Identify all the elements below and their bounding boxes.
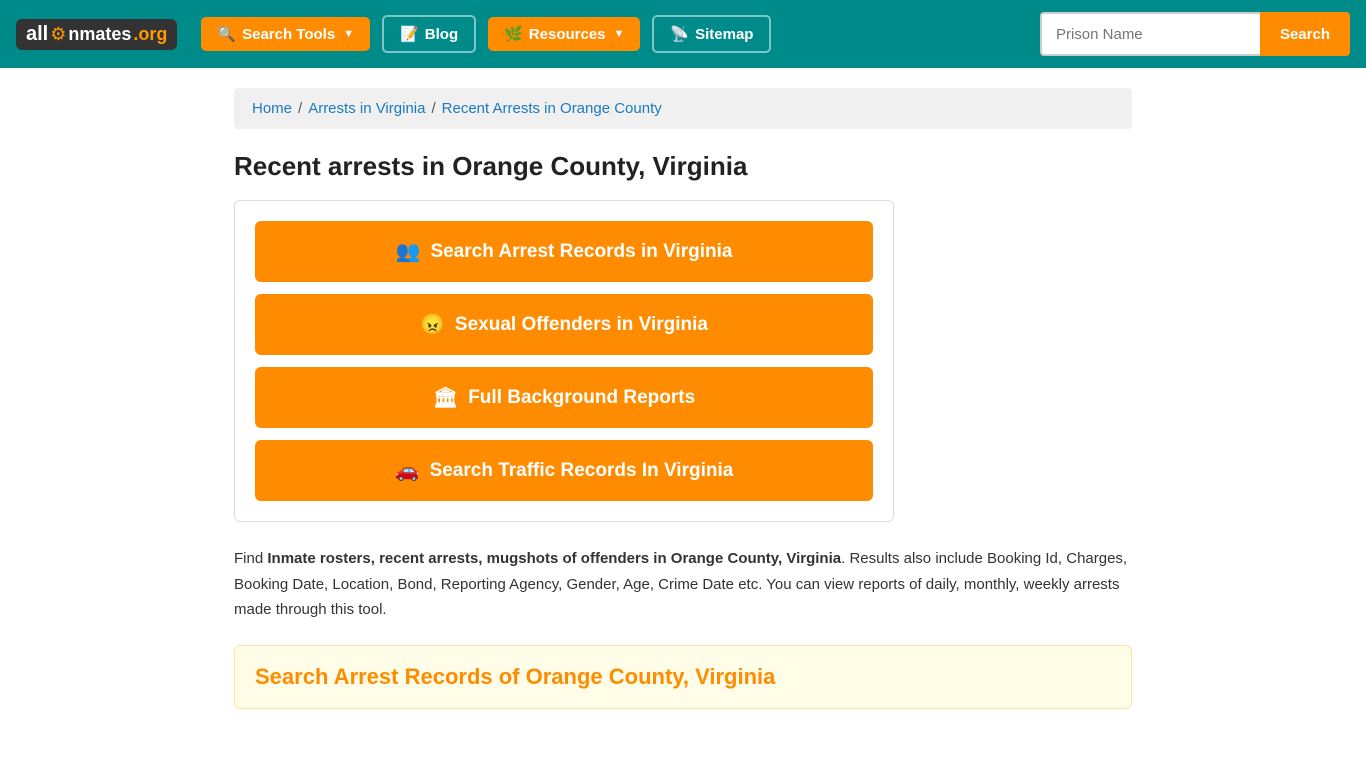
people-icon: 👥 xyxy=(396,239,421,264)
blog-button[interactable]: 📝 Blog xyxy=(382,15,476,53)
action-buttons-box: 👥 Search Arrest Records in Virginia 😠 Se… xyxy=(234,200,894,522)
resources-icon: 🌿 xyxy=(504,25,523,43)
prison-search-button[interactable]: Search xyxy=(1260,12,1350,56)
chevron-down-icon: ▼ xyxy=(614,28,625,40)
search-tools-icon: 🔍 xyxy=(217,25,236,43)
search-button-label: Search xyxy=(1280,26,1330,43)
sitemap-button[interactable]: 📡 Sitemap xyxy=(652,15,771,53)
search-records-title: Search Arrest Records of Orange County, … xyxy=(255,664,1111,690)
breadcrumb: Home / Arrests in Virginia / Recent Arre… xyxy=(252,100,1114,117)
breadcrumb-home[interactable]: Home xyxy=(252,100,292,117)
car-icon: 🚗 xyxy=(395,458,420,483)
blog-icon: 📝 xyxy=(400,25,419,43)
prison-search-area: Search xyxy=(1040,12,1350,56)
sitemap-label: Sitemap xyxy=(695,26,753,43)
search-tools-label: Search Tools xyxy=(242,26,335,43)
description-bold: Inmate rosters, recent arrests, mugshots… xyxy=(267,550,841,567)
logo[interactable]: all ⚙ nmates .org xyxy=(16,19,177,50)
background-reports-button[interactable]: 🏛 Full Background Reports xyxy=(255,367,873,428)
breadcrumb-container: Home / Arrests in Virginia / Recent Arre… xyxy=(234,88,1132,129)
logo-org-text: .org xyxy=(133,24,167,45)
navbar: all ⚙ nmates .org 🔍 Search Tools ▼ 📝 Blo… xyxy=(0,0,1366,68)
sitemap-icon: 📡 xyxy=(670,25,689,43)
resources-button[interactable]: 🌿 Resources ▼ xyxy=(488,17,640,51)
sexual-offenders-button[interactable]: 😠 Sexual Offenders in Virginia xyxy=(255,294,873,355)
main-content: Home / Arrests in Virginia / Recent Arre… xyxy=(218,68,1148,729)
sexual-offenders-label: Sexual Offenders in Virginia xyxy=(455,314,708,336)
blog-label: Blog xyxy=(425,26,458,43)
logo-inmates-text: nmates xyxy=(68,24,131,45)
breadcrumb-arrests-va[interactable]: Arrests in Virginia xyxy=(308,100,425,117)
search-tools-button[interactable]: 🔍 Search Tools ▼ xyxy=(201,17,370,51)
offender-icon: 😠 xyxy=(420,312,445,337)
resources-label: Resources xyxy=(529,26,606,43)
breadcrumb-sep-2: / xyxy=(431,100,435,117)
search-records-section: Search Arrest Records of Orange County, … xyxy=(234,645,1132,709)
page-title: Recent arrests in Orange County, Virgini… xyxy=(234,151,1132,182)
search-arrest-records-button[interactable]: 👥 Search Arrest Records in Virginia xyxy=(255,221,873,282)
logo-all-text: all xyxy=(26,23,48,46)
background-reports-label: Full Background Reports xyxy=(468,387,695,409)
description-prefix: Find xyxy=(234,550,267,567)
chevron-down-icon: ▼ xyxy=(343,28,354,40)
arrest-records-label: Search Arrest Records in Virginia xyxy=(430,241,732,263)
breadcrumb-sep-1: / xyxy=(298,100,302,117)
prison-search-input[interactable] xyxy=(1040,12,1260,56)
traffic-records-label: Search Traffic Records In Virginia xyxy=(430,460,734,482)
traffic-records-button[interactable]: 🚗 Search Traffic Records In Virginia xyxy=(255,440,873,501)
breadcrumb-current: Recent Arrests in Orange County xyxy=(442,100,662,117)
building-icon: 🏛 xyxy=(433,385,458,410)
logo-gear-icon: ⚙ xyxy=(50,24,66,45)
description-paragraph: Find Inmate rosters, recent arrests, mug… xyxy=(234,546,1132,623)
